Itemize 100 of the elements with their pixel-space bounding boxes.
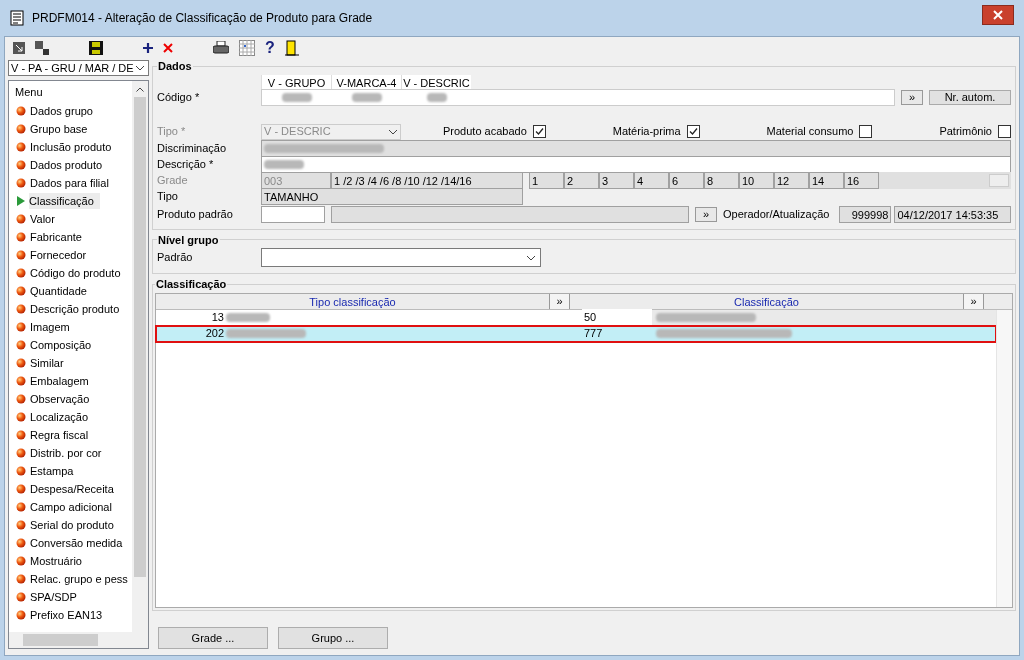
auto-number-button[interactable]: Nr. autom. (929, 90, 1011, 105)
bullet-icon (16, 340, 26, 350)
more-button[interactable]: » (901, 90, 923, 105)
calendar-icon[interactable] (239, 40, 255, 56)
bullet-icon (16, 430, 26, 440)
menu-item[interactable]: Campo adicional (13, 498, 132, 516)
door-icon[interactable] (284, 40, 299, 56)
menu-item[interactable]: Similar (13, 354, 132, 372)
bullet-icon (16, 160, 26, 170)
bullet-icon (16, 268, 26, 278)
column-header: V - DESCRIC (401, 74, 471, 89)
menu-item[interactable]: Despesa/Receita (13, 480, 132, 498)
table-row[interactable]: 13 50 (156, 309, 996, 326)
menu-item[interactable]: Dados produto (13, 156, 132, 174)
menu-item[interactable]: Regra fiscal (13, 426, 132, 444)
menu-item[interactable]: SPA/SDP (13, 588, 132, 606)
table-cell-text: 13 (210, 310, 225, 326)
menu-item[interactable]: Imagem (13, 318, 132, 336)
menu-item[interactable]: Grupo base (13, 120, 132, 138)
menu-item[interactable]: Embalagem (13, 372, 132, 390)
horizontal-scrollbar[interactable] (9, 632, 148, 648)
windows-icon[interactable] (35, 41, 49, 55)
more-button[interactable]: » (695, 207, 717, 222)
size-cell: 6 (669, 172, 704, 189)
checkbox-label: Produto acabado (443, 124, 527, 140)
menu-item[interactable]: Prefixo EAN13 (13, 606, 132, 624)
size-cell: 4 (634, 172, 669, 189)
field-label: Operador/Atualização (723, 207, 830, 223)
checkbox[interactable] (997, 125, 1011, 138)
field-label: Produto padrão (157, 207, 234, 223)
menu-item[interactable]: Fornecedor (13, 246, 132, 264)
checkbox[interactable] (532, 125, 546, 138)
size-cell: 16 (844, 172, 879, 189)
menu-item[interactable]: Distrib. por cor (13, 444, 132, 462)
menu-item[interactable]: Estampa (13, 462, 132, 480)
size-cell: 10 (739, 172, 774, 189)
plus-icon[interactable] (143, 43, 153, 53)
action-button[interactable]: Grade ... (158, 627, 268, 649)
arrow-icon[interactable] (13, 42, 25, 54)
menu-item[interactable]: Mostruário (13, 552, 132, 570)
column-more-button[interactable]: » (549, 293, 569, 309)
menu-item[interactable]: Conversão medida (13, 534, 132, 552)
menu-item[interactable]: Serial do produto (13, 516, 132, 534)
table-cell-text: 777 (583, 326, 604, 342)
view-dropdown[interactable]: V - PA - GRU / MAR / DE (8, 60, 149, 76)
bullet-icon (16, 106, 26, 116)
field-label: Código * (157, 90, 201, 106)
vertical-scrollbar[interactable] (132, 81, 148, 632)
type-field: TAMANHO (261, 188, 523, 205)
bullet-icon (16, 394, 26, 404)
chevron-down-icon (526, 254, 536, 261)
size-cell: 14 (809, 172, 844, 189)
menu-item[interactable]: Dados grupo (13, 102, 132, 120)
chevron-down-icon (135, 65, 145, 71)
save-icon[interactable] (89, 41, 103, 55)
column-more-button[interactable]: » (963, 293, 983, 309)
field-label: Tipo * (157, 124, 187, 140)
menu-item[interactable]: Descrição produto (13, 300, 132, 318)
menu-item[interactable]: Quantidade (13, 282, 132, 300)
blurred-value (226, 313, 270, 322)
blurred-value (352, 93, 382, 102)
bullet-icon (16, 232, 26, 242)
group-title: Dados (157, 59, 193, 74)
menu-item[interactable]: Composição (13, 336, 132, 354)
product-code-field[interactable] (261, 206, 325, 223)
size-cell: 2 (564, 172, 599, 189)
default-dropdown[interactable] (261, 248, 541, 267)
checkbox[interactable] (686, 125, 700, 138)
bullet-icon (16, 520, 26, 530)
menu-item[interactable]: Observação (13, 390, 132, 408)
menu-item[interactable]: Localização (13, 408, 132, 426)
blurred-value (264, 160, 304, 169)
group-title: Nível grupo (157, 232, 220, 248)
bullet-icon (16, 124, 26, 134)
window-title: PRDFM014 - Alteração de Classificação de Produto para Grade (32, 10, 373, 27)
table-row[interactable]: 202 777 (156, 325, 996, 342)
bullet-icon (16, 178, 26, 188)
size-cell: 1 (529, 172, 564, 189)
chevron-up-icon[interactable] (136, 86, 144, 92)
menu-item[interactable]: Código do produto (13, 264, 132, 282)
checkbox[interactable] (859, 125, 873, 138)
menu-item[interactable]: Inclusão produto (13, 138, 132, 156)
bullet-icon (16, 556, 26, 566)
vertical-scrollbar[interactable] (996, 309, 1012, 607)
close-button[interactable] (982, 5, 1014, 25)
column-header[interactable]: Tipo classificação (156, 293, 549, 309)
group-title: Classificação (155, 277, 228, 292)
menu-item[interactable]: Fabricante (13, 228, 132, 246)
menu-item[interactable]: Relac. grupo e pess (13, 570, 132, 588)
column-header[interactable]: Classificação (570, 293, 963, 309)
bullet-icon (16, 214, 26, 224)
action-button[interactable]: Grupo ... (278, 627, 388, 649)
play-icon (17, 196, 25, 206)
menu-item[interactable]: Valor (13, 210, 132, 228)
delete-icon[interactable] (163, 43, 173, 53)
code-field[interactable] (261, 89, 895, 106)
bullet-icon (16, 142, 26, 152)
menu-item[interactable]: Dados para filial (13, 174, 132, 192)
help-icon[interactable]: ? (265, 40, 275, 56)
printer-icon[interactable] (213, 41, 229, 55)
